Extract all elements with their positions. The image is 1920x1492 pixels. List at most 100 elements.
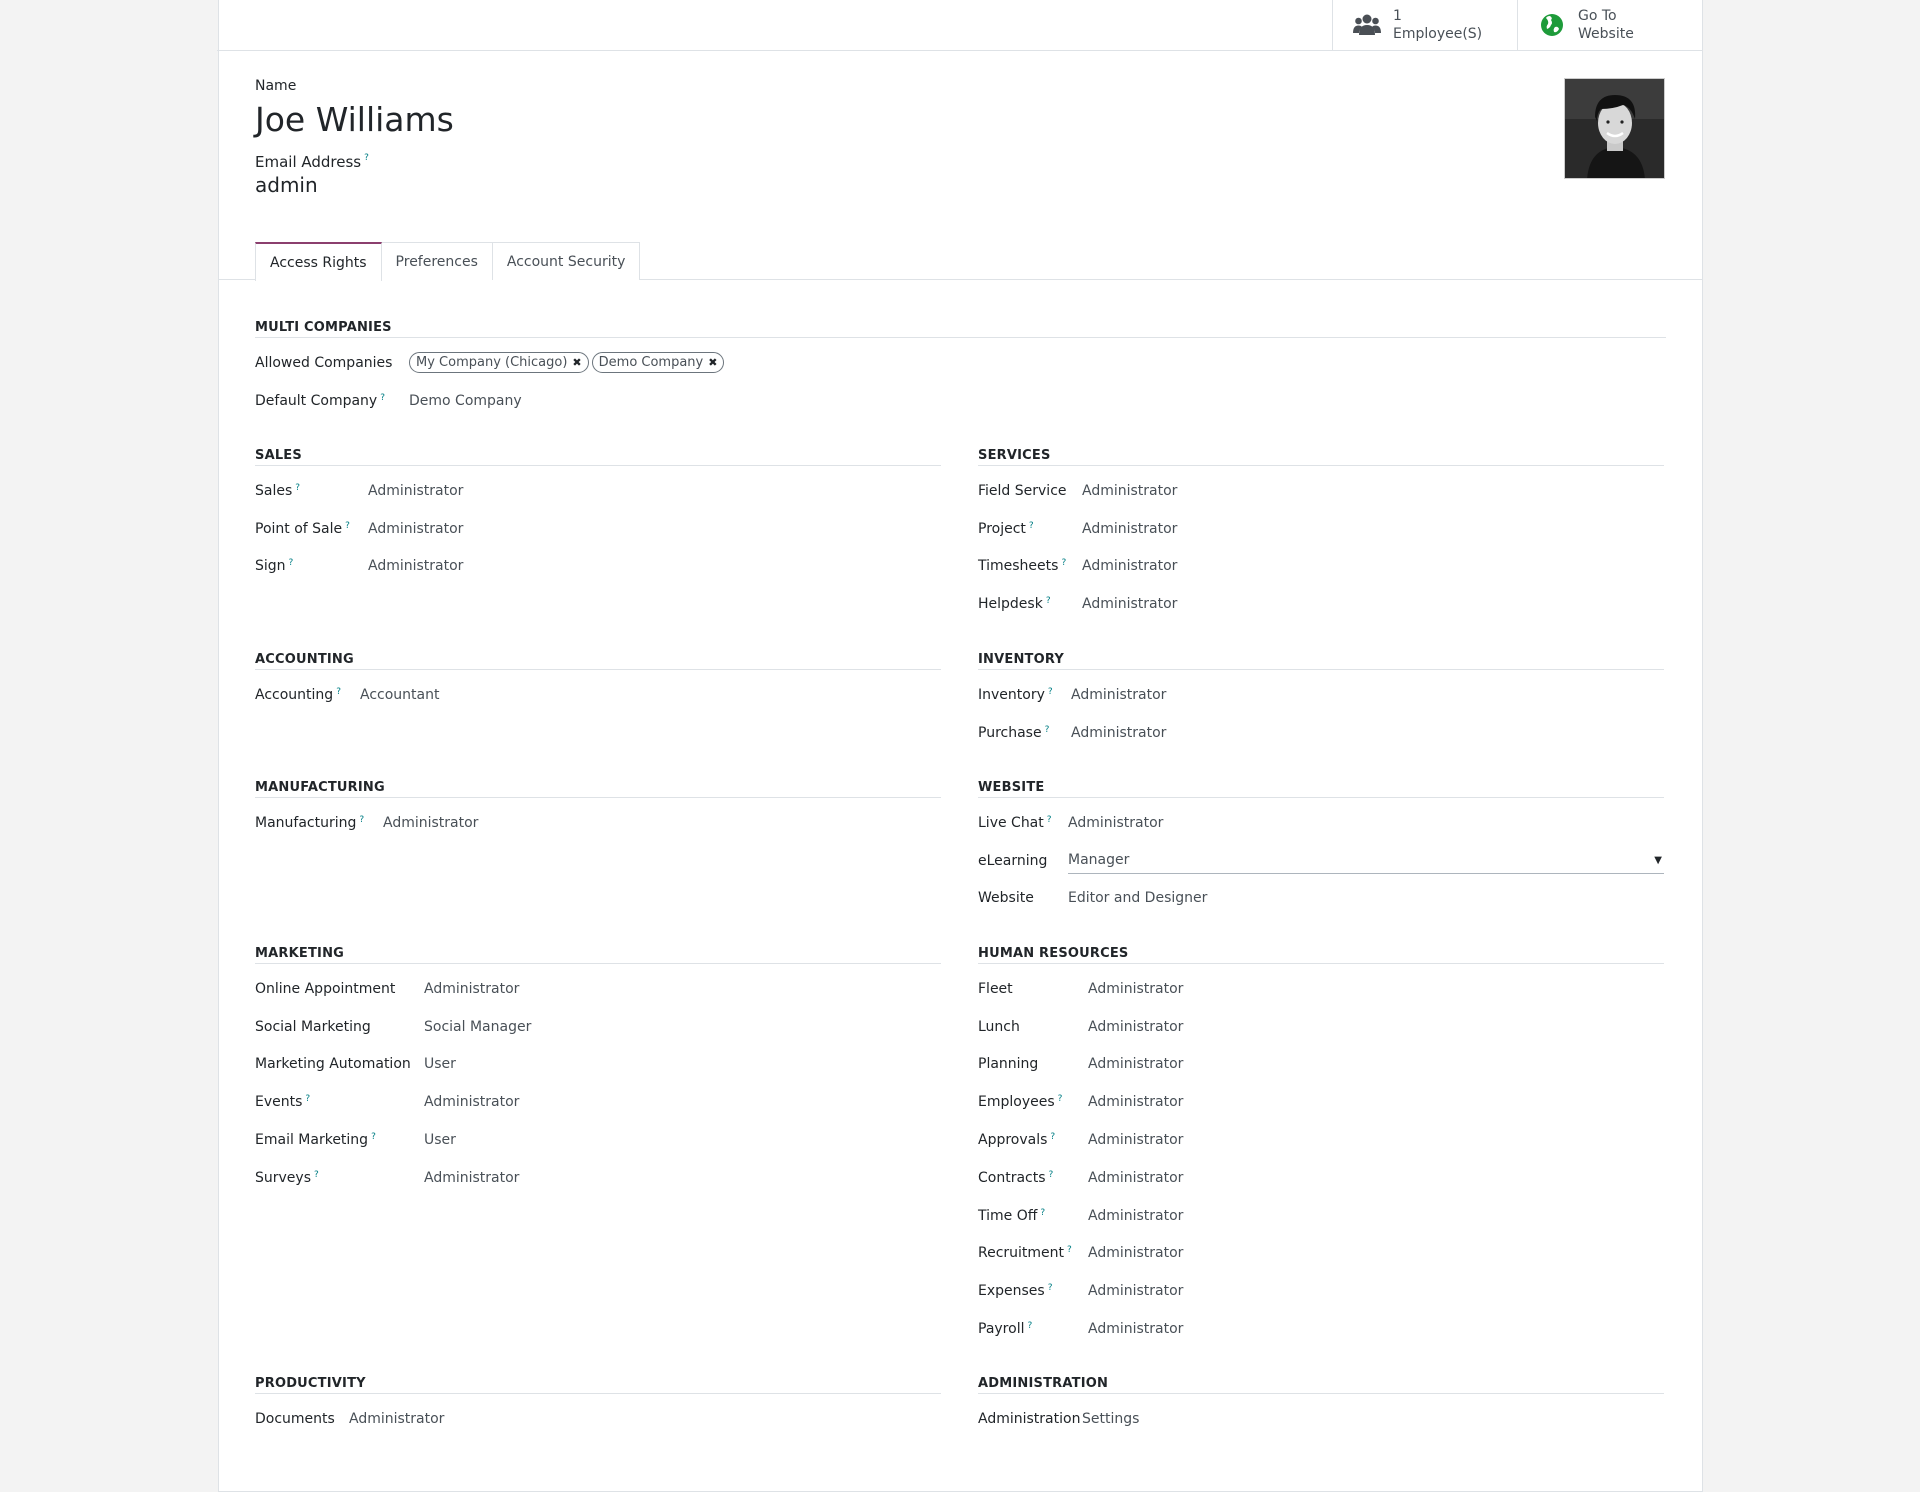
access-right-row: Project? Administrator [978, 510, 1664, 548]
access-right-label-text: Employees [978, 1094, 1055, 1111]
website-section: WEBSITE Live Chat? Administrator eLearning M… [978, 780, 1664, 917]
website-line-2: Website [1578, 26, 1634, 42]
access-right-label-text: Project [978, 520, 1026, 537]
users-icon [1353, 11, 1381, 39]
access-right-row: Accounting? Accountant [255, 676, 941, 714]
help-icon[interactable]: ? [1050, 1132, 1055, 1142]
access-right-row: Marketing Automation User [255, 1046, 941, 1084]
help-icon[interactable]: ? [1067, 1245, 1072, 1255]
help-icon[interactable]: ? [1058, 1094, 1063, 1104]
employees-stat-button[interactable]: 1 Employee(S) [1332, 0, 1517, 50]
remove-tag-icon[interactable]: ✖ [572, 356, 581, 369]
access-right-value[interactable]: Administrator [1088, 1208, 1183, 1224]
access-right-value[interactable]: Administrator [1088, 981, 1183, 997]
access-right-value[interactable]: Administrator [1088, 1056, 1183, 1072]
help-icon[interactable]: ? [1048, 1283, 1053, 1293]
help-icon[interactable]: ? [1040, 1208, 1045, 1218]
access-right-row: Point of Sale? Administrator [255, 510, 941, 548]
help-icon[interactable]: ? [1047, 815, 1052, 825]
access-right-value[interactable]: Administrator [1068, 815, 1163, 831]
help-icon[interactable]: ? [305, 1094, 310, 1104]
employees-count: 1 [1393, 8, 1402, 24]
access-right-value[interactable]: Administrator [1071, 687, 1166, 703]
default-company-label: Default Company? [255, 393, 409, 409]
help-icon[interactable]: ? [1061, 558, 1066, 568]
access-right-label: Live Chat? [978, 815, 1068, 831]
access-right-value[interactable]: User [424, 1056, 456, 1072]
access-right-value[interactable]: Administrator [1071, 725, 1166, 741]
access-right-value[interactable]: Administrator [424, 1094, 519, 1110]
name-label: Name [255, 78, 297, 94]
access-right-value[interactable]: Administrator [368, 483, 463, 499]
section-title: MARKETING [255, 946, 941, 964]
access-right-value[interactable]: Administrator [1088, 1321, 1183, 1337]
access-right-value[interactable]: Administrator [1088, 1170, 1183, 1186]
help-icon[interactable]: ? [359, 815, 364, 825]
access-right-value[interactable]: Administrator [1082, 521, 1177, 537]
access-right-row: Helpdesk? Administrator [978, 585, 1664, 623]
help-icon[interactable]: ? [289, 558, 294, 568]
help-icon[interactable]: ? [380, 393, 385, 403]
tab-account-security[interactable]: Account Security [491, 242, 641, 280]
help-icon[interactable]: ? [295, 483, 300, 493]
help-icon[interactable]: ? [1048, 687, 1053, 697]
access-right-value[interactable]: Administrator [1088, 1245, 1183, 1261]
access-right-value[interactable]: Administrator [424, 1170, 519, 1186]
section-title: HUMAN RESOURCES [978, 946, 1664, 964]
access-right-row: Field Service Administrator [978, 472, 1664, 510]
section-title: INVENTORY [978, 652, 1664, 670]
access-right-value[interactable]: Administrator [349, 1411, 444, 1427]
access-right-row: Fleet Administrator [978, 970, 1664, 1008]
form-sheet: 1 Employee(S) Go To Website Name Joe Wil… [217, 0, 1703, 1492]
access-right-row: Sign? Administrator [255, 548, 941, 586]
help-icon[interactable]: ? [1046, 596, 1051, 606]
default-company-label-text: Default Company [255, 392, 378, 409]
access-right-row: eLearning Manager ▼ [978, 842, 1664, 880]
access-right-row: Time Off? Administrator [978, 1197, 1664, 1235]
access-right-value[interactable]: Settings [1082, 1411, 1139, 1427]
company-tag-label: My Company (Chicago) [416, 355, 568, 371]
user-name[interactable]: Joe Williams [255, 100, 454, 139]
section-title: SALES [255, 448, 941, 466]
help-icon[interactable]: ? [1029, 521, 1034, 531]
access-right-value[interactable]: Administrator [1088, 1283, 1183, 1299]
help-icon[interactable]: ? [1027, 1321, 1032, 1331]
access-right-label-text: Online Appointment [255, 980, 396, 997]
access-right-select[interactable]: Manager ▼ [1068, 848, 1664, 874]
email-value[interactable]: admin [255, 173, 454, 197]
access-right-value[interactable]: Administrator [1088, 1019, 1183, 1035]
remove-tag-icon[interactable]: ✖ [708, 356, 717, 369]
tab-preferences[interactable]: Preferences [380, 242, 493, 280]
access-right-value[interactable]: User [424, 1132, 456, 1148]
default-company-value[interactable]: Demo Company [409, 393, 522, 409]
access-right-row: Purchase? Administrator [978, 714, 1664, 752]
access-right-value[interactable]: Administrator [1082, 558, 1177, 574]
access-right-value[interactable]: Administrator [424, 981, 519, 997]
access-right-value[interactable]: Administrator [383, 815, 478, 831]
access-right-value[interactable]: Administrator [1082, 596, 1177, 612]
help-icon[interactable]: ? [345, 521, 350, 531]
access-right-value[interactable]: Administrator [368, 558, 463, 574]
access-right-row: Inventory? Administrator [978, 676, 1664, 714]
access-right-value[interactable]: Administrator [368, 521, 463, 537]
help-icon[interactable]: ? [1049, 1170, 1054, 1180]
help-icon[interactable]: ? [371, 1132, 376, 1142]
inventory-section: INVENTORY Inventory? Administrator Purchase… [978, 652, 1664, 752]
access-right-value[interactable]: Accountant [360, 687, 439, 703]
avatar[interactable] [1564, 78, 1665, 179]
notebook-tabs: Access Rights Preferences Account Securi… [255, 242, 641, 281]
help-icon[interactable]: ? [1045, 725, 1050, 735]
access-right-value[interactable]: Administrator [1088, 1094, 1183, 1110]
help-icon[interactable]: ? [364, 153, 369, 163]
access-right-value[interactable]: Administrator [1082, 483, 1177, 499]
access-right-value[interactable]: Administrator [1088, 1132, 1183, 1148]
go-to-website-button[interactable]: Go To Website [1517, 0, 1702, 50]
help-icon[interactable]: ? [314, 1170, 319, 1180]
tab-access-rights[interactable]: Access Rights [255, 242, 382, 281]
access-right-value[interactable]: Social Manager [424, 1019, 531, 1035]
access-right-value[interactable]: Editor and Designer [1068, 890, 1207, 906]
multi-companies-section: MULTI COMPANIES Allowed Companies My Com… [255, 320, 1666, 420]
access-right-label-text: Events [255, 1094, 303, 1111]
access-right-label: Manufacturing? [255, 815, 383, 831]
help-icon[interactable]: ? [336, 687, 341, 697]
